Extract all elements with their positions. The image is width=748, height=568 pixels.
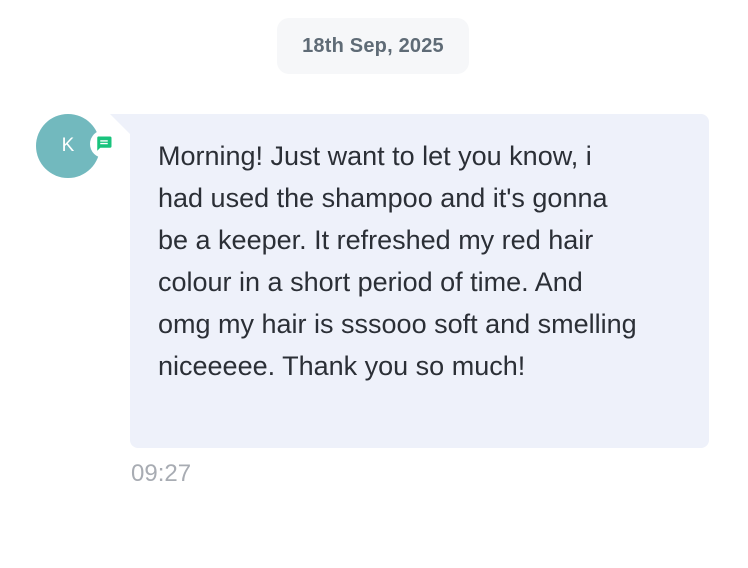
message-bubble[interactable]: Morning! Just want to let you know, i ha… [130, 114, 709, 448]
message-bubble-tail [110, 114, 132, 136]
chat-thread: 18th Sep, 2025 K Morning! Just want to l… [0, 0, 748, 568]
message-timestamp: 09:27 [131, 460, 192, 487]
chat-bubble-icon [97, 136, 112, 151]
date-separator: 18th Sep, 2025 [277, 18, 469, 74]
message-text: Morning! Just want to let you know, i ha… [158, 141, 637, 381]
